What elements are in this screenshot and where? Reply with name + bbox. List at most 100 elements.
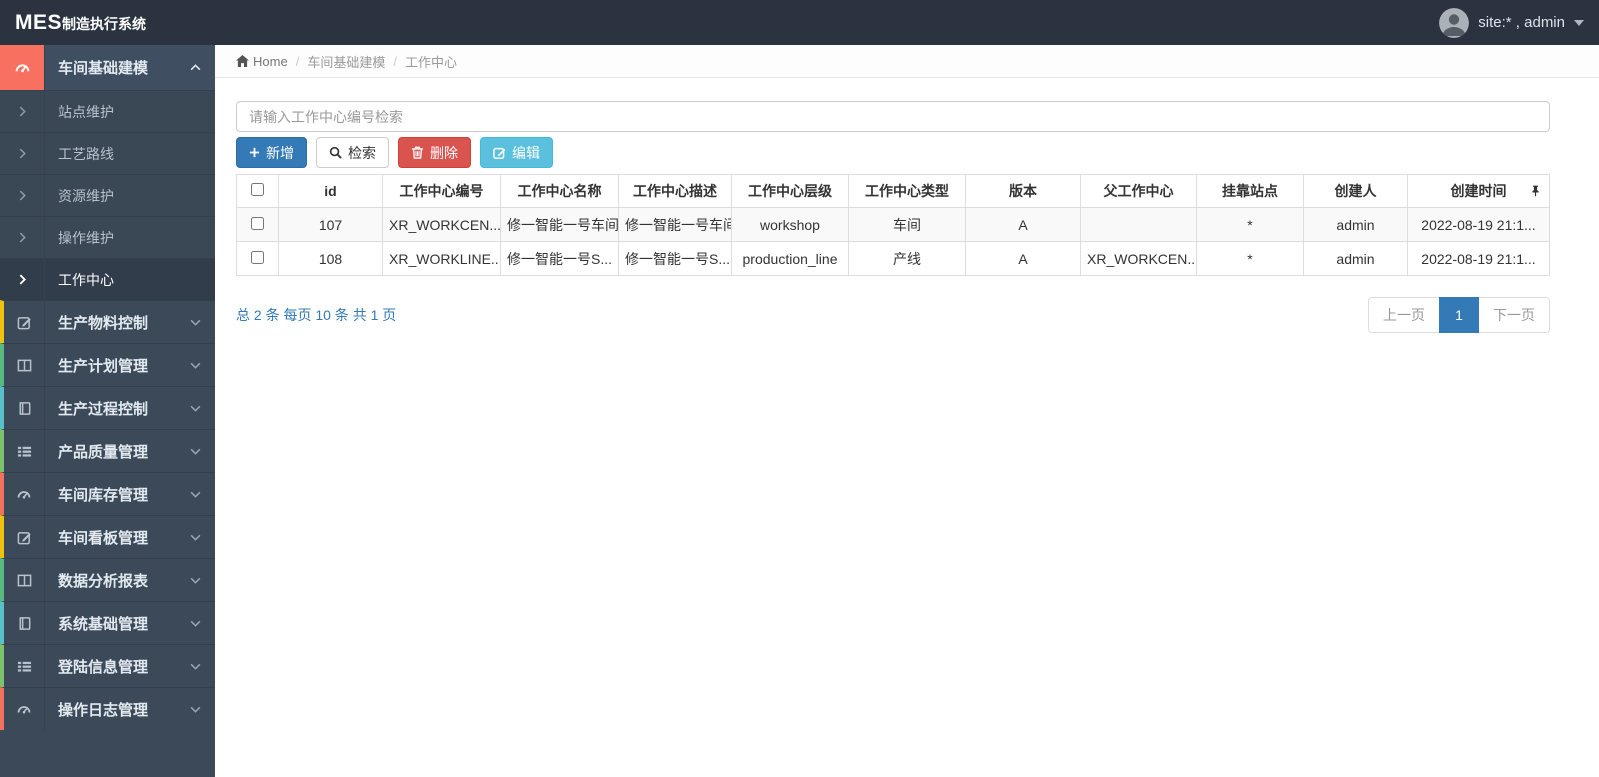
- table-cell: A: [965, 207, 1081, 242]
- chevron-down-icon: [190, 405, 201, 412]
- brand-logo[interactable]: MES制造执行系统: [15, 11, 146, 35]
- brand-primary: MES: [15, 10, 63, 34]
- row-select-cell: [236, 207, 279, 242]
- table-cell: workshop: [731, 207, 849, 242]
- sidebar-item-system-basic-management[interactable]: 系统基础管理: [0, 601, 215, 644]
- sidebar-item-product-quality-management[interactable]: 产品质量管理: [0, 429, 215, 472]
- add-button[interactable]: 新增: [236, 137, 307, 168]
- search-icon: [329, 146, 342, 159]
- chevron-right-icon: [0, 259, 45, 300]
- edit-icon: [493, 147, 506, 159]
- breadcrumb-separator: /: [393, 53, 397, 69]
- plus-icon: [249, 147, 260, 158]
- sidebar-item-production-material-control[interactable]: 生产物料控制: [0, 300, 215, 343]
- content-area: 新增 检索 删除 编辑: [215, 78, 1599, 333]
- chevron-right-icon: [0, 91, 45, 132]
- columns-icon: [4, 559, 45, 601]
- column-header: 父工作中心: [1080, 174, 1197, 208]
- sidebar-item-workshop-kanban-management[interactable]: 车间看板管理: [0, 515, 215, 558]
- next-page-button[interactable]: 下一页: [1478, 297, 1550, 333]
- sidebar-item-label: 生产过程控制: [58, 400, 149, 418]
- book-icon: [4, 387, 45, 429]
- main-content: Home / 车间基础建模 / 工作中心 新增 检索 删除 编辑: [215, 45, 1599, 777]
- select-all-checkbox[interactable]: [251, 183, 264, 196]
- sidebar-item-production-plan-management[interactable]: 生产计划管理: [0, 343, 215, 386]
- column-header: 工作中心类型: [848, 174, 966, 208]
- toolbar: 新增 检索 删除 编辑: [236, 137, 1550, 168]
- sidebar-item-label: 登陆信息管理: [58, 658, 149, 676]
- columns-icon: [4, 344, 45, 386]
- sidebar-subitem-label: 工艺路线: [58, 145, 114, 162]
- sidebar-item-label: 系统基础管理: [58, 615, 149, 633]
- chevron-right-icon: [0, 133, 45, 174]
- breadcrumb-home-label: Home: [253, 53, 288, 69]
- search-input[interactable]: [236, 101, 1550, 132]
- table-cell: 产线: [848, 241, 966, 276]
- edit-button[interactable]: 编辑: [480, 137, 553, 168]
- sidebar-item-workshop-inventory-management[interactable]: 车间库存管理: [0, 472, 215, 515]
- sidebar-item-data-analysis-report[interactable]: 数据分析报表: [0, 558, 215, 601]
- table-cell: admin: [1303, 207, 1408, 242]
- column-header: 工作中心描述: [618, 174, 732, 208]
- sidebar-item-label: 数据分析报表: [58, 572, 149, 590]
- gauge-icon: [4, 473, 45, 515]
- pin-icon[interactable]: [1531, 185, 1540, 197]
- table-cell: 修一智能一号车间: [618, 207, 732, 242]
- current-page-button[interactable]: 1: [1439, 297, 1479, 333]
- table-cell: [1080, 207, 1197, 242]
- chevron-down-icon: [190, 448, 201, 455]
- breadcrumb-level1[interactable]: 车间基础建模: [307, 52, 385, 71]
- table-cell: 车间: [848, 207, 966, 242]
- chevron-right-icon: [0, 217, 45, 258]
- header-select-cell: [236, 174, 279, 208]
- column-header: 创建人: [1303, 174, 1408, 208]
- user-menu[interactable]: site:* , admin: [1439, 7, 1584, 38]
- sidebar-item-label: 车间基础建模: [58, 60, 149, 77]
- table-header-row: id 工作中心编号 工作中心名称 工作中心描述 工作中心层级 工作中心类型 版本…: [236, 174, 1550, 208]
- table-cell: 修一智能一号车间: [500, 207, 619, 242]
- table-row: 108 XR_WORKLINE... 修一智能一号S... 修一智能一号S...…: [236, 241, 1550, 276]
- sidebar-item-operation-log-management[interactable]: 操作日志管理: [0, 687, 215, 730]
- row-select-checkbox[interactable]: [251, 250, 264, 264]
- table-cell: admin: [1303, 241, 1408, 276]
- chevron-down-icon: [190, 663, 201, 670]
- sidebar-subitem-resource-maintenance[interactable]: 资源维护: [0, 174, 215, 216]
- sidebar-item-workshop-basic-modeling[interactable]: 车间基础建模: [0, 45, 215, 90]
- column-header: 工作中心层级: [731, 174, 849, 208]
- table-row: 107 XR_WORKCEN... 修一智能一号车间 修一智能一号车间 work…: [236, 207, 1550, 242]
- edit-square-icon: [4, 301, 45, 343]
- breadcrumb-separator: /: [295, 53, 300, 69]
- search-button[interactable]: 检索: [316, 137, 389, 168]
- column-header: 版本: [965, 174, 1081, 208]
- table-cell: 修一智能一号S...: [500, 241, 619, 276]
- sidebar-subitem-work-center[interactable]: 工作中心: [0, 258, 215, 300]
- row-select-checkbox[interactable]: [251, 216, 264, 230]
- sidebar-item-label: 生产计划管理: [58, 357, 149, 375]
- chevron-right-icon: [0, 175, 45, 216]
- delete-button[interactable]: 删除: [398, 137, 471, 168]
- breadcrumb-home-link[interactable]: Home: [236, 54, 288, 69]
- user-avatar: [1439, 7, 1470, 38]
- sidebar-item-label: 操作日志管理: [58, 701, 149, 719]
- sidebar-item-label: 车间看板管理: [58, 529, 149, 547]
- column-header: 工作中心名称: [500, 174, 619, 208]
- table-cell: 108: [278, 241, 383, 276]
- chevron-down-icon: [190, 706, 201, 713]
- pagination: 总 2 条 每页 10 条 共 1 页 上一页 1 下一页: [236, 297, 1550, 333]
- sidebar-subitem-process-route[interactable]: 工艺路线: [0, 132, 215, 174]
- breadcrumb: Home / 车间基础建模 / 工作中心: [215, 45, 1599, 78]
- chevron-down-icon: [190, 534, 201, 541]
- sidebar-subitem-label: 资源维护: [58, 187, 114, 204]
- chevron-down-icon: [190, 362, 201, 369]
- column-header: 工作中心编号: [382, 174, 501, 208]
- sidebar-subitem-site-maintenance[interactable]: 站点维护: [0, 90, 215, 132]
- column-header-created-time: 创建时间: [1407, 174, 1550, 208]
- table-cell: *: [1196, 241, 1304, 276]
- prev-page-button[interactable]: 上一页: [1368, 297, 1440, 333]
- sidebar-subitem-operation-maintenance[interactable]: 操作维护: [0, 216, 215, 258]
- sidebar-item-login-info-management[interactable]: 登陆信息管理: [0, 644, 215, 687]
- sidebar: 车间基础建模 站点维护 工艺路线 资源维护 操作维护 工作中心 生产物料控制 生…: [0, 45, 215, 777]
- chevron-down-icon: [190, 491, 201, 498]
- table-cell: production_line: [731, 241, 849, 276]
- sidebar-item-production-process-control[interactable]: 生产过程控制: [0, 386, 215, 429]
